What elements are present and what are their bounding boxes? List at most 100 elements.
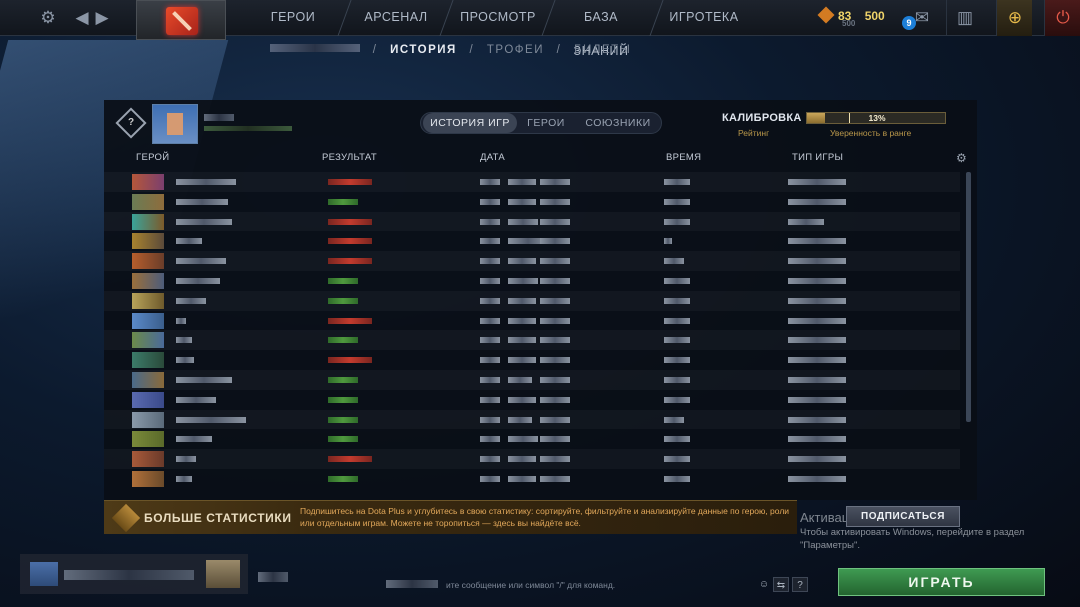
game-type-blurred [788,297,846,304]
emoji-icon[interactable]: ☺ [756,577,772,592]
help-icon[interactable]: ? [792,577,808,592]
tab-heroes[interactable]: ГЕРОИ [521,113,571,133]
match-time-blurred [508,376,532,383]
rank-medal-icon[interactable]: ? [115,107,147,139]
party-status-blurred [258,572,288,582]
match-date-extra-blurred [540,258,570,265]
match-time-blurred [508,297,536,304]
table-row[interactable] [104,231,960,251]
chat-channel-blurred[interactable] [386,580,438,588]
nav-heroes[interactable]: ГЕРОИ [258,0,328,36]
game-type-blurred [788,238,846,245]
rank-confidence-value: 13% [868,113,886,123]
subscribe-button[interactable]: ПОДПИСАТЬСЯ [846,506,960,527]
table-row[interactable] [104,429,960,449]
col-date-header[interactable]: ДАТА [480,152,505,163]
hero-name-blurred [176,258,226,265]
match-result-win [328,297,358,304]
exit-button[interactable]: ⏻ [1044,0,1080,36]
breadcrumb: / ИСТОРИЯ / ТРОФЕИ / БИЛЕТЫ [270,44,639,58]
play-button[interactable]: ИГРАТЬ [838,568,1045,596]
table-row[interactable] [104,192,960,212]
match-date-blurred [480,198,500,205]
table-row[interactable] [104,212,960,232]
player-name-blurred[interactable] [270,44,360,52]
shards-counter[interactable]: 83 500 500 [817,6,885,28]
col-game-type-header[interactable]: ТИП ИГРЫ [792,152,843,163]
breadcrumb-tickets[interactable]: БИЛЕТЫ [574,44,631,56]
table-row[interactable] [104,330,960,350]
table-row[interactable] [104,311,960,331]
nav-watch[interactable]: ПРОСМОТР [458,0,538,36]
table-row[interactable] [104,390,960,410]
breadcrumb-separator: / [372,44,378,56]
tab-match-history[interactable]: ИСТОРИЯ ИГР [423,113,517,133]
match-date-extra-blurred [540,396,570,403]
match-date-blurred [480,179,500,185]
match-list-scrollbar[interactable] [966,172,971,422]
hero-portrait [132,253,164,270]
table-row[interactable] [104,251,960,271]
hero-name-blurred [176,317,186,324]
match-date-extra-blurred [540,218,570,225]
hero-portrait [132,312,164,329]
table-row[interactable] [104,469,960,489]
party-member-avatar[interactable] [206,560,240,588]
dota-home-button[interactable] [136,0,226,40]
nav-arcade[interactable]: ИГРОТЕКА [668,0,740,36]
match-duration-blurred [664,238,672,245]
tab-allies[interactable]: СОЮЗНИКИ [577,113,659,133]
table-row[interactable] [104,350,960,370]
col-hero-header[interactable]: ГЕРОЙ [136,152,169,163]
top-bar: ⚙ ◀ ▶ ГЕРОИ АРСЕНАЛ ПРОСМОТР БАЗА ЗНАНИЙ… [0,0,1080,58]
breadcrumb-history[interactable]: ИСТОРИЯ [390,44,457,56]
hero-name-blurred [176,357,194,364]
table-row[interactable] [104,449,960,469]
back-arrow-icon[interactable]: ◀ [72,8,92,28]
dota-plus-button[interactable]: ⊕ [996,0,1032,36]
nav-knowledge-base[interactable]: БАЗА ЗНАНИЙ [556,0,646,58]
match-duration-blurred [664,277,690,284]
table-row[interactable] [104,271,960,291]
table-settings-gear-icon[interactable]: ⚙ [956,151,967,165]
match-date-blurred [480,376,500,383]
table-row[interactable] [104,172,960,192]
hero-portrait [132,431,164,448]
match-duration-blurred [664,179,690,185]
match-date-extra-blurred [540,337,570,344]
match-time-blurred [508,357,536,364]
match-duration-blurred [664,376,690,383]
nav-separator [541,0,556,36]
forward-arrow-icon[interactable]: ▶ [92,8,112,28]
match-result-win [328,475,358,482]
armory-button[interactable]: ▥ [946,0,982,36]
settings-gear-icon[interactable]: ⚙ [38,8,58,28]
hero-portrait [132,213,164,230]
table-row[interactable] [104,370,960,390]
col-result-header[interactable]: РЕЗУЛЬТАТ [322,152,377,163]
profile-header: ? ИСТОРИЯ ИГР ГЕРОИ СОЮЗНИКИ КАЛИБРОВКА … [104,100,977,148]
avatar[interactable] [152,104,198,144]
hero-name-blurred [176,198,228,205]
game-type-blurred [788,456,846,463]
match-date-blurred [480,416,500,423]
breadcrumb-trophies[interactable]: ТРОФЕИ [487,44,544,56]
hero-name-blurred [176,238,202,245]
match-time-blurred [508,396,536,403]
hero-name-blurred [176,376,232,383]
match-date-blurred [480,475,500,482]
nav-arsenal[interactable]: АРСЕНАЛ [360,0,432,36]
table-row[interactable] [104,410,960,430]
windows-activation-text: Чтобы активировать Windows, перейдите в … [800,527,1025,551]
match-history-panel: ? ИСТОРИЯ ИГР ГЕРОИ СОЮЗНИКИ КАЛИБРОВКА … [104,100,977,500]
match-time-blurred [508,416,532,423]
match-date-blurred [480,277,500,284]
hero-name-blurred [176,475,192,482]
match-time-blurred [508,475,536,482]
chat-wheel-icon[interactable]: ⇆ [773,577,789,592]
party-panel[interactable] [20,554,248,594]
col-duration-header[interactable]: ВРЕМЯ [666,152,701,163]
party-avatar[interactable] [30,562,58,586]
match-result-win [328,198,358,205]
table-row[interactable] [104,291,960,311]
